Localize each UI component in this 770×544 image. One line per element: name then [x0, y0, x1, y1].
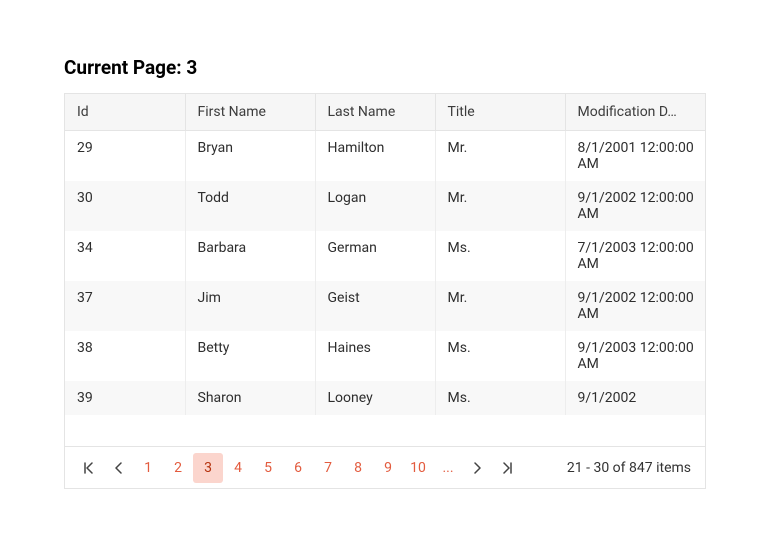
cell-first: Todd: [185, 181, 315, 231]
cell-mod: 9/1/2003 12:00:00 AM: [565, 331, 705, 381]
grid-scroll-area[interactable]: Id First Name Last Name Title Modificati…: [65, 94, 705, 446]
col-header-title[interactable]: Title: [435, 94, 565, 131]
page-number[interactable]: 4: [223, 453, 253, 483]
page-title: Current Page: 3: [64, 56, 706, 79]
cell-title: Mr.: [435, 281, 565, 331]
col-header-last[interactable]: Last Name: [315, 94, 435, 131]
page-number[interactable]: 2: [163, 453, 193, 483]
table-row[interactable]: 34 Barbara German Ms. 7/1/2003 12:00:00 …: [65, 231, 705, 281]
first-page-button[interactable]: [73, 453, 103, 483]
page-number[interactable]: 7: [313, 453, 343, 483]
cell-last: Logan: [315, 181, 435, 231]
cell-first: Jim: [185, 281, 315, 331]
cell-mod: 8/1/2001 12:00:00 AM: [565, 131, 705, 182]
cell-last: Looney: [315, 381, 435, 415]
table-row[interactable]: 37 Jim Geist Mr. 9/1/2002 12:00:00 AM: [65, 281, 705, 331]
cell-id: 30: [65, 181, 185, 231]
page-number[interactable]: 9: [373, 453, 403, 483]
cell-title: Mr.: [435, 131, 565, 182]
pager-info: 21 - 30 of 847 items: [567, 460, 697, 476]
cell-id: 29: [65, 131, 185, 182]
next-page-icon: [473, 462, 483, 474]
cell-last: Geist: [315, 281, 435, 331]
pager: 1 2 3 4 5 6 7 8 9 10 ... 21 - 30 of 847 …: [65, 446, 705, 488]
cell-mod: 9/1/2002: [565, 381, 705, 415]
current-page-number: 3: [186, 56, 197, 79]
cell-id: 38: [65, 331, 185, 381]
page-title-prefix: Current Page:: [64, 56, 186, 79]
page-number[interactable]: 10: [403, 453, 433, 483]
last-page-icon: [502, 462, 514, 474]
cell-last: Haines: [315, 331, 435, 381]
cell-title: Ms.: [435, 381, 565, 415]
table-row[interactable]: 29 Bryan Hamilton Mr. 8/1/2001 12:00:00 …: [65, 131, 705, 182]
table-header-row: Id First Name Last Name Title Modificati…: [65, 94, 705, 131]
page-ellipsis[interactable]: ...: [433, 453, 463, 483]
cell-title: Ms.: [435, 231, 565, 281]
table-row[interactable]: 30 Todd Logan Mr. 9/1/2002 12:00:00 AM: [65, 181, 705, 231]
cell-first: Bryan: [185, 131, 315, 182]
page-number[interactable]: 8: [343, 453, 373, 483]
cell-id: 34: [65, 231, 185, 281]
table-row[interactable]: 39 Sharon Looney Ms. 9/1/2002: [65, 381, 705, 415]
data-table: Id First Name Last Name Title Modificati…: [65, 94, 705, 415]
cell-last: Hamilton: [315, 131, 435, 182]
table-row[interactable]: 38 Betty Haines Ms. 9/1/2003 12:00:00 AM: [65, 331, 705, 381]
pager-numbers: 1 2 3 4 5 6 7 8 9 10 ...: [133, 453, 463, 483]
cell-first: Barbara: [185, 231, 315, 281]
cell-first: Sharon: [185, 381, 315, 415]
prev-page-icon: [113, 462, 123, 474]
cell-id: 39: [65, 381, 185, 415]
cell-id: 37: [65, 281, 185, 331]
cell-first: Betty: [185, 331, 315, 381]
cell-mod: 9/1/2002 12:00:00 AM: [565, 281, 705, 331]
cell-last: German: [315, 231, 435, 281]
page-number[interactable]: 5: [253, 453, 283, 483]
last-page-button[interactable]: [493, 453, 523, 483]
cell-title: Ms.: [435, 331, 565, 381]
prev-page-button[interactable]: [103, 453, 133, 483]
first-page-icon: [82, 462, 94, 474]
cell-title: Mr.: [435, 181, 565, 231]
page-number-current[interactable]: 3: [193, 453, 223, 483]
next-page-button[interactable]: [463, 453, 493, 483]
col-header-id[interactable]: Id: [65, 94, 185, 131]
cell-mod: 7/1/2003 12:00:00 AM: [565, 231, 705, 281]
page-number[interactable]: 1: [133, 453, 163, 483]
cell-mod: 9/1/2002 12:00:00 AM: [565, 181, 705, 231]
col-header-first[interactable]: First Name: [185, 94, 315, 131]
page-number[interactable]: 6: [283, 453, 313, 483]
col-header-mod[interactable]: Modification D…: [565, 94, 705, 131]
table-body: 29 Bryan Hamilton Mr. 8/1/2001 12:00:00 …: [65, 131, 705, 416]
data-grid: Id First Name Last Name Title Modificati…: [64, 93, 706, 489]
